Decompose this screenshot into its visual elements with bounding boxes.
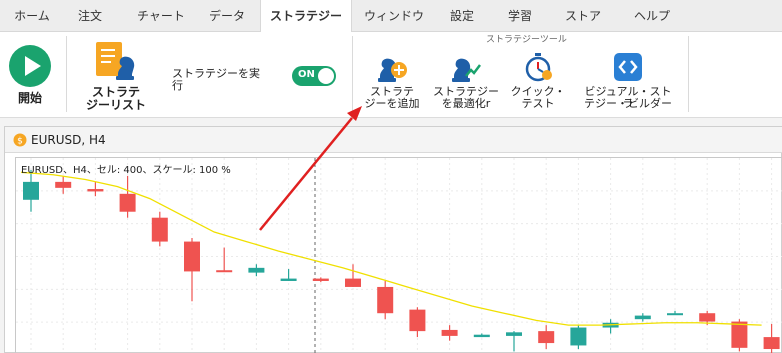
chart-info-label: EURUSD、H4、セル: 400、スケール: 100 % [21,165,231,176]
menu-data[interactable]: データ [202,0,252,32]
menu-help[interactable]: ヘルプ [624,0,680,32]
candlestick-chart[interactable] [16,158,782,353]
add-strategy-label-2: ジーを追加 [364,97,420,110]
add-strategy-button[interactable]: ストラテ ジーを追加 [358,52,426,114]
strategy-tools-group-title: ストラテジーツール [486,35,567,45]
play-icon [9,45,51,87]
optimize-strategy-icon [452,58,481,82]
ribbon: 開始 ストラテ ジーリスト ストラテジーを実行 ON ストラテジーツール ストラ… [0,32,782,118]
ribbon-separator [688,36,689,112]
start-button[interactable]: 開始 [8,44,52,110]
run-strategy-toggle[interactable]: ON [292,66,336,86]
candle-body[interactable] [87,189,104,192]
candle-body[interactable] [473,334,490,338]
currency-coin-icon: $ [13,133,27,147]
candle-body[interactable] [119,193,136,212]
candle-body[interactable] [216,270,233,273]
candle-body[interactable] [312,278,329,281]
ribbon-separator [352,36,353,112]
chart-window-title: EURUSD, H4 [31,133,106,147]
code-builder-icon [614,53,642,81]
strategy-list-label-2: ジーリスト [86,98,147,112]
quick-test-label-2: テスト [521,97,555,110]
candle-body[interactable] [55,181,72,188]
optimize-strategy-button[interactable]: ストラテジー を最適化r [432,52,500,114]
candle-body[interactable] [377,286,394,314]
menu-order[interactable]: 注文 [68,0,112,32]
visual-builder-label-2: テジー・ビルダー [584,97,672,110]
menu-settings[interactable]: 設定 [440,0,484,32]
svg-text:$: $ [17,137,23,147]
chart-plot-area[interactable] [15,157,782,353]
start-label: 開始 [17,91,42,105]
candle-body[interactable] [184,241,200,272]
candle-body[interactable] [634,315,651,320]
quick-test-button[interactable]: クイック・ テスト [506,52,570,114]
candle-body[interactable] [151,217,168,242]
menu-strategy[interactable]: ストラテジー [260,0,352,33]
menu-chart[interactable]: チャート [130,0,192,32]
candle-body[interactable] [538,331,555,344]
menu-bar: ホーム 注文 チャート データ ストラテジー ウィンドウ 設定 学習 ストア ヘ… [0,0,782,33]
visual-strategy-builder-button[interactable]: ビジュアル・ストラ テジー・ビルダー [582,52,674,114]
menu-home[interactable]: ホーム [6,0,58,32]
candle-body[interactable] [441,329,458,336]
chart-titlebar[interactable]: $ EURUSD, H4 [5,127,782,153]
candle-body[interactable] [248,267,265,273]
candle-body[interactable] [506,332,522,336]
candle-body[interactable] [409,309,426,332]
menu-store[interactable]: ストア [558,0,608,32]
candle-body[interactable] [667,313,683,316]
candle-body[interactable] [699,313,716,322]
ribbon-separator [66,36,67,112]
add-strategy-icon [378,58,407,82]
toggle-knob [318,68,334,84]
candle-body[interactable] [731,321,748,348]
candle-body[interactable] [763,337,780,350]
menu-window[interactable]: ウィンドウ [362,0,426,32]
candle-body[interactable] [570,327,587,346]
strategy-list-button[interactable]: ストラテ ジーリスト [86,40,146,114]
menu-learn[interactable]: 学習 [498,0,542,32]
strategy-list-icon [96,42,135,80]
candle-body[interactable] [280,278,297,281]
optimize-strategy-label-2: を最適化r [441,97,491,110]
chart-window[interactable]: $ EURUSD, H4 EURUSD、H4、セル: 400、スケール: 100… [4,126,782,353]
candle-body[interactable] [345,278,361,287]
run-strategy-label: ストラテジーを実行 [172,67,260,92]
toggle-on-text: ON [298,69,315,80]
candle-body[interactable] [23,181,39,200]
stopwatch-icon [525,53,552,82]
